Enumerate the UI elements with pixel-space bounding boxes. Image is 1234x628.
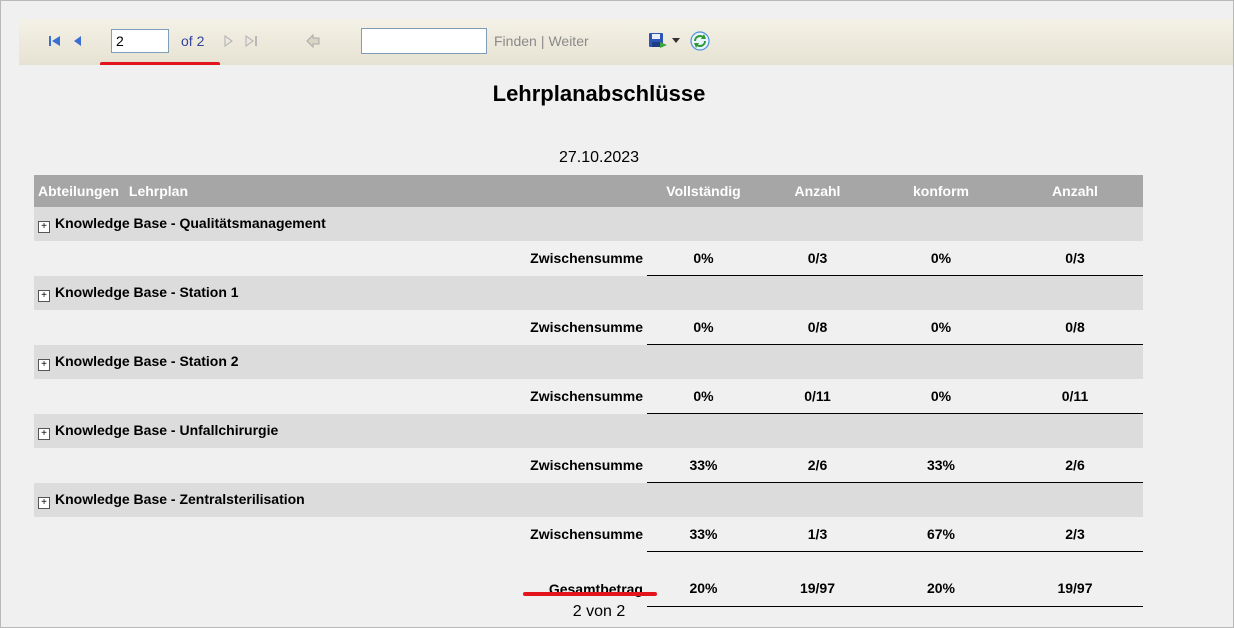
subtotal-anzahl-2: 2/3 <box>1007 517 1143 552</box>
find-links: Finden | Weiter <box>494 33 589 49</box>
page-number-input[interactable] <box>111 29 169 53</box>
table-header-row: Abteilungen Lehrplan Vollständig Anzahl k… <box>34 175 1143 207</box>
export-icon[interactable] <box>647 30 669 52</box>
group-name: Knowledge Base - Station 2 <box>55 353 239 369</box>
header-abteilungen-lehrplan: Abteilungen Lehrplan <box>34 175 647 207</box>
expand-icon[interactable]: + <box>38 359 50 371</box>
subtotal-anzahl-2: 0/3 <box>1007 241 1143 276</box>
subtotal-konform: 0% <box>875 379 1007 414</box>
subtotal-vollstaendig: 0% <box>647 310 760 345</box>
header-vollstaendig: Vollständig <box>647 175 760 207</box>
report-table: Abteilungen Lehrplan Vollständig Anzahl k… <box>34 175 1143 607</box>
find-separator: | <box>540 33 545 49</box>
subtotal-vollstaendig: 0% <box>647 241 760 276</box>
subtotal-anzahl-2: 0/11 <box>1007 379 1143 414</box>
total-anzahl-2: 19/97 <box>1007 551 1143 607</box>
first-page-icon[interactable] <box>47 30 63 52</box>
subtotal-row: Zwischensumme 33% 1/3 67% 2/3 <box>34 517 1143 552</box>
group-row: + Knowledge Base - Zentralsterilisation <box>34 482 1143 517</box>
subtotal-anzahl: 0/8 <box>760 310 875 345</box>
subtotal-konform: 0% <box>875 241 1007 276</box>
report-title: Lehrplanabschlüsse <box>492 81 706 106</box>
header-konform: konform <box>875 175 1007 207</box>
subtotal-vollstaendig: 0% <box>647 379 760 414</box>
expand-icon[interactable]: + <box>38 221 50 233</box>
group-name: Knowledge Base - Zentralsterilisation <box>55 491 305 507</box>
report-toolbar: of 2 Finden|Weiter <box>19 19 1233 66</box>
expand-icon[interactable]: + <box>38 497 50 509</box>
group-name: Knowledge Base - Qualitätsmanagement <box>55 215 326 231</box>
group-row: + Knowledge Base - Station 2 <box>34 344 1143 379</box>
find-link[interactable]: Finden <box>494 33 537 49</box>
header-lehrplan: Lehrplan <box>128 183 189 199</box>
dropdown-arrow-icon[interactable] <box>671 30 681 52</box>
subtotal-anzahl: 0/11 <box>760 379 875 414</box>
subtotal-row: Zwischensumme 0% 0/11 0% 0/11 <box>34 379 1143 414</box>
header-anzahl: Anzahl <box>760 175 875 207</box>
subtotal-vollstaendig: 33% <box>647 517 760 552</box>
group-name: Knowledge Base - Station 1 <box>55 284 239 300</box>
subtotal-label: Zwischensumme <box>34 448 647 483</box>
next-link[interactable]: Weiter <box>548 33 588 49</box>
group-name: Knowledge Base - Unfallchirurgie <box>55 422 279 438</box>
total-anzahl: 19/97 <box>760 551 875 607</box>
page-footer: 2 von 2 <box>572 603 626 620</box>
subtotal-anzahl: 1/3 <box>760 517 875 552</box>
expand-icon[interactable]: + <box>38 290 50 302</box>
next-page-icon[interactable] <box>221 30 235 52</box>
refresh-icon[interactable] <box>689 30 711 52</box>
total-vollstaendig: 20% <box>647 551 760 607</box>
header-abteilungen: Abteilungen <box>38 183 119 199</box>
report-body: Lehrplanabschlüsse 27.10.2023 Abteilunge… <box>1 65 1233 627</box>
last-page-icon[interactable] <box>243 30 261 52</box>
subtotal-konform: 67% <box>875 517 1007 552</box>
report-viewer-window: of 2 Finden|Weiter Lehrplanabschlüsse 27… <box>0 0 1234 628</box>
subtotal-vollstaendig: 33% <box>647 448 760 483</box>
subtotal-row: Zwischensumme 33% 2/6 33% 2/6 <box>34 448 1143 483</box>
annotation-underline-total <box>523 592 657 596</box>
subtotal-anzahl: 2/6 <box>760 448 875 483</box>
group-row: + Knowledge Base - Qualitätsmanagement <box>34 207 1143 241</box>
subtotal-label: Zwischensumme <box>34 379 647 414</box>
back-icon[interactable] <box>305 30 321 52</box>
subtotal-anzahl-2: 2/6 <box>1007 448 1143 483</box>
page-count-label: of 2 <box>181 33 205 49</box>
subtotal-label: Zwischensumme <box>34 310 647 345</box>
header-anzahl-2: Anzahl <box>1007 175 1143 207</box>
subtotal-konform: 0% <box>875 310 1007 345</box>
total-row: Gesamtbetrag 20% 19/97 20% 19/97 <box>34 551 1143 607</box>
subtotal-row: Zwischensumme 0% 0/8 0% 0/8 <box>34 310 1143 345</box>
total-label: Gesamtbetrag <box>548 580 643 597</box>
expand-icon[interactable]: + <box>38 428 50 440</box>
report-date: 27.10.2023 <box>558 149 640 166</box>
subtotal-konform: 33% <box>875 448 1007 483</box>
subtotal-label: Zwischensumme <box>34 241 647 276</box>
subtotal-row: Zwischensumme 0% 0/3 0% 0/3 <box>34 241 1143 276</box>
subtotal-anzahl: 0/3 <box>760 241 875 276</box>
subtotal-anzahl-2: 0/8 <box>1007 310 1143 345</box>
find-input[interactable] <box>361 28 487 54</box>
group-row: + Knowledge Base - Station 1 <box>34 275 1143 310</box>
total-konform: 20% <box>875 551 1007 607</box>
subtotal-label: Zwischensumme <box>34 517 647 552</box>
group-row: + Knowledge Base - Unfallchirurgie <box>34 413 1143 448</box>
previous-page-icon[interactable] <box>71 30 85 52</box>
